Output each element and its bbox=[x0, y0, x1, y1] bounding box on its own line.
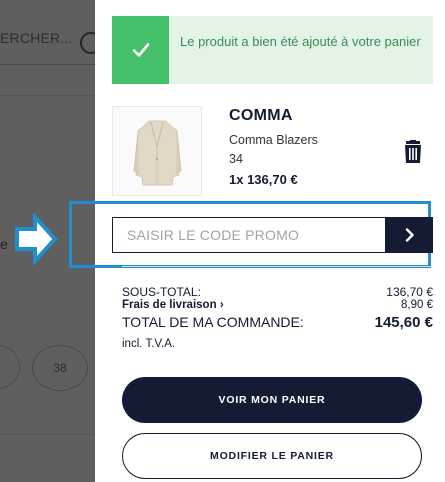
background-search-text: ERCHER... bbox=[0, 30, 73, 46]
vat-note: incl. T.V.A. bbox=[122, 338, 176, 350]
success-notice: Le produit a bien été ajouté à votre pan… bbox=[112, 16, 433, 84]
shipping-row: Frais de livraison › 8,90 € bbox=[122, 299, 433, 311]
shipping-link[interactable]: Frais de livraison › bbox=[122, 299, 224, 311]
promo-code-input[interactable] bbox=[112, 217, 386, 253]
total-label: TOTAL DE MA COMMANDE: bbox=[122, 314, 304, 330]
product-size: 34 bbox=[229, 152, 243, 166]
success-message: Le produit a bien été ajouté à votre pan… bbox=[180, 34, 421, 49]
checkmark-icon bbox=[112, 16, 169, 84]
background-text: e bbox=[0, 236, 8, 252]
total-value: 145,60 € bbox=[374, 314, 433, 331]
trash-icon[interactable] bbox=[402, 140, 424, 164]
product-quantity-price: 1x 136,70 € bbox=[229, 172, 298, 187]
highlight-arrow-icon bbox=[15, 213, 58, 265]
subtotal-value: 136,70 € bbox=[386, 285, 433, 299]
chevron-right-icon: › bbox=[219, 299, 224, 311]
promo-submit-button[interactable] bbox=[386, 217, 433, 253]
total-row: TOTAL DE MA COMMANDE: 145,60 € bbox=[122, 314, 433, 331]
background-divider bbox=[0, 95, 95, 96]
background-size-option: 38 bbox=[32, 345, 88, 391]
vat-row: incl. T.V.A. bbox=[122, 338, 433, 350]
background-size-label: 38 bbox=[53, 361, 67, 375]
background-search-icon bbox=[80, 32, 95, 54]
edit-cart-button[interactable]: MODIFIER LE PANIER bbox=[122, 433, 422, 479]
background-divider bbox=[0, 64, 95, 65]
view-cart-button[interactable]: VOIR MON PANIER bbox=[122, 377, 422, 423]
background-size-option bbox=[0, 345, 20, 389]
chevron-right-icon bbox=[405, 228, 414, 242]
shipping-value: 8,90 € bbox=[401, 299, 433, 311]
summary-divider bbox=[122, 266, 433, 267]
subtotal-row: SOUS-TOTAL: 136,70 € bbox=[122, 285, 433, 299]
product-brand: COMMA bbox=[229, 107, 293, 124]
product-name: Comma Blazers bbox=[229, 133, 318, 147]
background-divider bbox=[0, 434, 95, 435]
subtotal-label: SOUS-TOTAL: bbox=[122, 285, 201, 299]
product-image[interactable] bbox=[112, 106, 202, 196]
shipping-label: Frais de livraison bbox=[122, 299, 217, 311]
